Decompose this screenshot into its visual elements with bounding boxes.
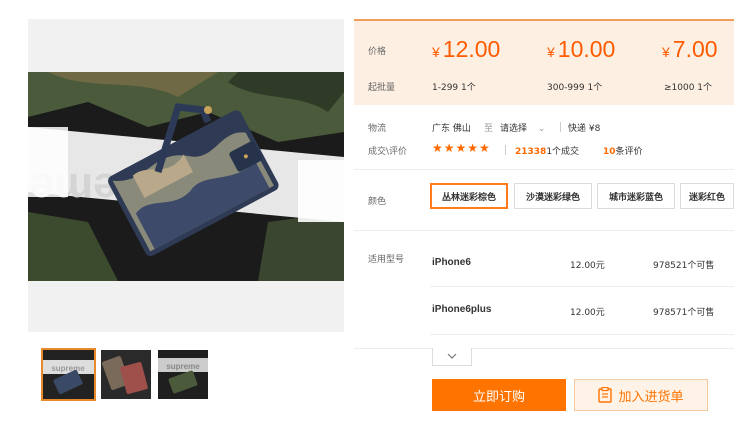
qty-range-3: ≥1000 1个 [664, 83, 713, 93]
thumbnail-graphic [101, 350, 151, 399]
chevron-down-icon [447, 353, 457, 359]
add-to-list-label: 加入进货单 [618, 389, 684, 405]
min-qty-label: 起批量 [368, 83, 396, 93]
sales-label: 成交\评价 [368, 147, 408, 157]
model-price-2: 12.00元 [570, 308, 605, 318]
currency-symbol: ¥ [662, 44, 670, 60]
thumbnail-text: supreme [166, 362, 200, 371]
qty-range-2: 300-999 1个 [547, 83, 603, 93]
color-option-jungle-brown[interactable]: 丛林迷彩棕色 [430, 183, 508, 209]
model-price-1: 12.00元 [570, 261, 605, 271]
reviews-number: 10 [603, 147, 616, 157]
add-to-purchase-list-button[interactable]: 加入进货单 [574, 379, 708, 411]
deals-number: 21338 [515, 147, 547, 157]
thumbnail-3[interactable]: supreme [158, 350, 208, 399]
expand-models-button[interactable] [432, 348, 472, 366]
destination-text: 请选择 [500, 124, 528, 134]
model-stock-2: 978571个可售 [653, 308, 715, 318]
thumbnail-graphic: supreme [43, 350, 94, 399]
price-value: 10.00 [557, 36, 616, 62]
model-name-2: iPhone6plus [432, 304, 492, 315]
thumbnail-2[interactable] [101, 350, 151, 399]
reviews-suffix: 条评价 [615, 147, 643, 157]
divider [354, 348, 734, 349]
chevron-down-icon: ⌄ [537, 124, 546, 134]
divider [430, 286, 734, 287]
ship-from: 广东 佛山 [432, 124, 471, 134]
thumbnail-graphic: supreme [158, 350, 208, 399]
deals-count[interactable]: 213381个成交 [515, 144, 579, 157]
color-option-desert-green[interactable]: 沙漠迷彩绿色 [514, 183, 592, 209]
price-value: 12.00 [442, 36, 501, 62]
express-fee: 快递 ¥8 [568, 124, 601, 134]
color-label: 颜色 [368, 197, 387, 207]
to-word: 至 [484, 124, 494, 134]
product-photo-graphic: Supreme [28, 72, 344, 281]
price-value: 7.00 [672, 36, 718, 62]
price-tier-1: ¥12.00 [432, 36, 500, 63]
thumbnail-text: supreme [51, 364, 85, 373]
price-tier-3: ¥7.00 [662, 36, 718, 63]
buy-now-button[interactable]: 立即订购 [432, 379, 566, 411]
qty-range-1: 1-299 1个 [432, 83, 476, 93]
currency-symbol: ¥ [547, 44, 555, 60]
deals-suffix: 1个成交 [546, 147, 580, 157]
price-tier-2: ¥10.00 [547, 36, 615, 63]
divider [354, 169, 734, 170]
reviews-count[interactable]: 10条评价 [603, 144, 643, 157]
color-option-red[interactable]: 迷彩红色 [680, 183, 734, 209]
divider [560, 122, 561, 132]
divider [354, 230, 734, 231]
main-product-image[interactable]: Supreme [28, 72, 344, 281]
currency-symbol: ¥ [432, 44, 440, 60]
clipboard-icon [598, 387, 613, 403]
destination-select[interactable]: 请选择 ⌄ [500, 121, 545, 134]
thumbnail-1[interactable]: supreme [41, 348, 96, 401]
price-label: 价格 [368, 47, 387, 57]
divider [505, 145, 506, 155]
model-stock-1: 978521个可售 [653, 261, 715, 271]
divider [430, 334, 734, 335]
logistics-label: 物流 [368, 124, 387, 134]
color-option-city-blue[interactable]: 城市迷彩蓝色 [597, 183, 675, 209]
model-name-1: iPhone6 [432, 257, 471, 268]
rating-stars: ★★★★★ [432, 141, 491, 155]
model-label: 适用型号 [368, 255, 405, 265]
